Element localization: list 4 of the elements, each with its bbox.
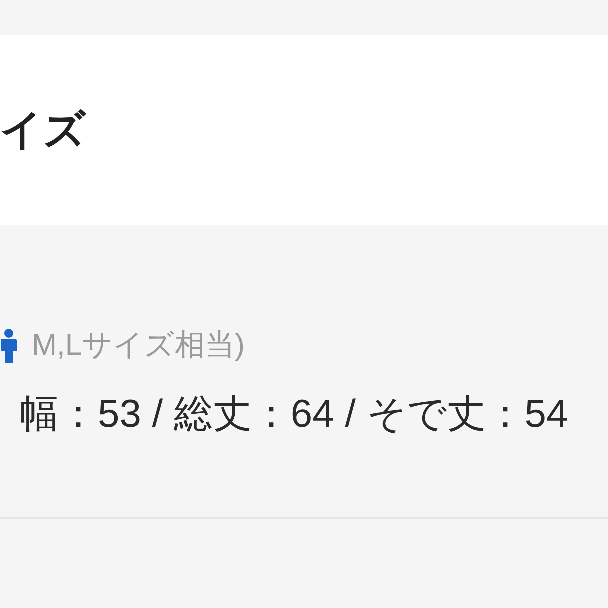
section-title: イズ [0,106,86,154]
person-icon [0,329,18,363]
size-note: M,Lサイズ相当) [32,328,245,364]
measurements-text: 幅：53 / 総丈：64 / そで丈：54 [19,393,570,437]
